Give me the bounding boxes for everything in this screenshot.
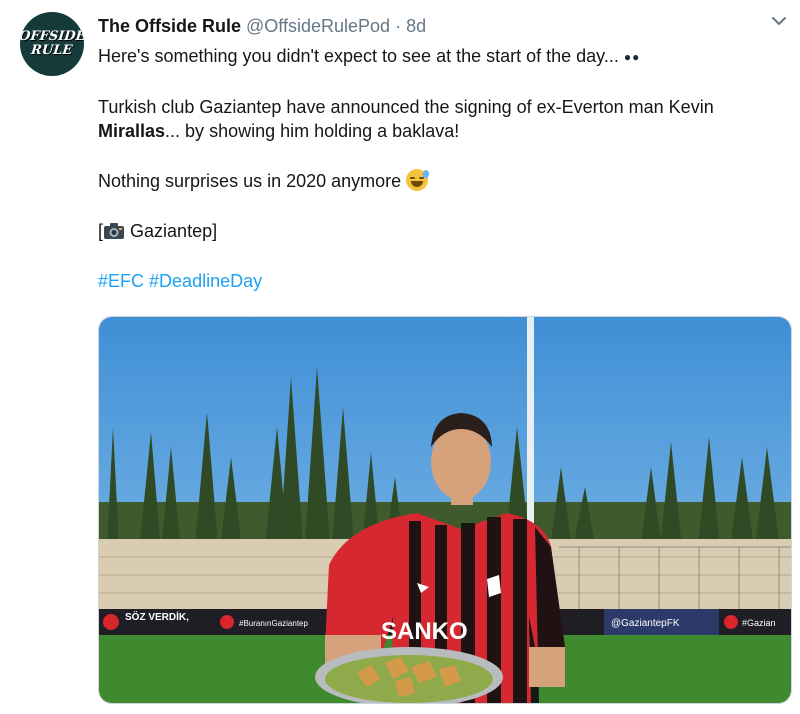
tweet-body: Here's something you didn't expect to se… (98, 44, 788, 293)
avatar-line-1: OFFSIDE (20, 29, 84, 44)
timestamp[interactable]: 8d (406, 16, 426, 36)
tweet-line-3-text: Nothing surprises us in 2020 anymore (98, 171, 402, 191)
camera-icon (104, 223, 125, 239)
board-logo-1 (103, 614, 119, 630)
author-handle[interactable]: @OffsideRulePod (246, 16, 390, 36)
tweet-line-1: Here's something you didn't expect to se… (98, 44, 788, 69)
board-text-3: @GaziantepFK (611, 618, 680, 629)
hashtag-deadlineday[interactable]: #DeadlineDay (149, 271, 262, 291)
board-logo-2 (220, 615, 234, 629)
avatar[interactable]: OFFSIDE RULE (20, 12, 84, 76)
eyes-icon: ●● (623, 50, 641, 64)
chevron-down-icon[interactable] (770, 12, 788, 30)
author-name[interactable]: The Offside Rule (98, 16, 241, 36)
tweet-photo[interactable]: SÖZ VERDİK, #BuranınGaziantep @Gaziantep… (98, 316, 792, 704)
tweet-hashtags: #EFC #DeadlineDay (98, 269, 788, 293)
tweet-line-2-suffix: ... by showing him holding a baklava! (165, 121, 460, 141)
tweet-line-1-text: Here's something you didn't expect to se… (98, 46, 619, 66)
tweet-line-3: Nothing surprises us in 2020 anymore (98, 169, 788, 193)
tweet-line-2: Turkish club Gaziantep have announced th… (98, 95, 788, 143)
hashtag-efc[interactable]: #EFC (98, 271, 144, 291)
board-text-1: SÖZ VERDİK, (125, 610, 189, 623)
tweet-header: The Offside Rule @OffsideRulePod · 8d (98, 14, 780, 38)
sweat-smile-icon (406, 169, 430, 191)
separator: · (395, 16, 402, 36)
board-logo-4 (724, 615, 738, 629)
tweet-credit: [ Gaziantep] (98, 219, 788, 243)
credit-text: Gaziantep] (130, 221, 218, 241)
photo-illustration: SÖZ VERDİK, #BuranınGaziantep @Gaziantep… (99, 317, 791, 703)
avatar-line-2: RULE (30, 43, 74, 58)
tweet-bold-name: Mirallas (98, 121, 166, 141)
tweet-line-2-text: Turkish club Gaziantep have announced th… (98, 97, 714, 117)
board-text-4: #Gazian (742, 618, 776, 628)
shirt-sponsor: SANKO (381, 618, 468, 645)
board-text-2: #BuranınGaziantep (239, 619, 308, 628)
